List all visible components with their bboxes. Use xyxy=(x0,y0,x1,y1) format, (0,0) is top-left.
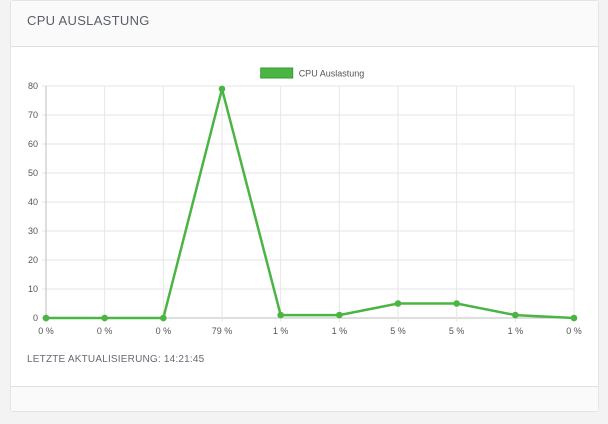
chart-legend[interactable]: CPU Auslastung xyxy=(260,67,365,79)
x-tick-label: 5 % xyxy=(390,326,406,336)
y-tick-label: 40 xyxy=(28,197,38,207)
data-point[interactable] xyxy=(394,300,402,307)
x-tick-label: 0 % xyxy=(97,326,113,336)
y-tick-label: 30 xyxy=(28,226,38,236)
data-point[interactable] xyxy=(160,314,167,322)
y-tick-label: 60 xyxy=(28,139,38,149)
y-tick-label: 0 xyxy=(33,313,38,323)
x-tick-label: 0 % xyxy=(156,326,172,336)
cpu-usage-line xyxy=(46,87,575,320)
legend-label[interactable]: CPU Auslastung xyxy=(299,69,365,79)
data-point[interactable] xyxy=(512,311,519,319)
data-point[interactable] xyxy=(277,311,284,319)
cpu-usage-chart: CPU Auslastung 0 10 20 30 40 50 60 70 80 0 % 0 % 0 … xyxy=(28,67,582,336)
y-tick-label: 20 xyxy=(28,255,38,265)
data-point[interactable] xyxy=(453,300,460,307)
x-tick-label: 1 % xyxy=(273,326,289,336)
y-tick-label: 10 xyxy=(28,284,38,294)
data-point[interactable] xyxy=(101,314,108,322)
chart-ticks: 0 10 20 30 40 50 60 70 80 0 % 0 % 0 % 79 % 1 % 1 % 5 % 5… xyxy=(28,81,582,336)
legend-swatch[interactable] xyxy=(260,67,294,79)
data-point[interactable] xyxy=(218,85,226,93)
chart-grid xyxy=(42,85,575,322)
y-tick-label: 80 xyxy=(28,81,38,91)
chart-series xyxy=(42,85,578,322)
data-point[interactable] xyxy=(42,314,50,322)
x-tick-label: 5 % xyxy=(449,326,465,336)
x-tick-label: 79 % xyxy=(212,326,233,336)
data-point[interactable] xyxy=(336,311,343,319)
data-point[interactable] xyxy=(570,314,578,322)
x-tick-label: 1 % xyxy=(508,326,524,336)
x-tick-label: 0 % xyxy=(566,326,582,336)
y-tick-label: 50 xyxy=(28,168,38,178)
x-tick-label: 1 % xyxy=(332,326,348,336)
x-tick-label: 0 % xyxy=(38,326,54,336)
y-tick-label: 70 xyxy=(28,110,38,120)
